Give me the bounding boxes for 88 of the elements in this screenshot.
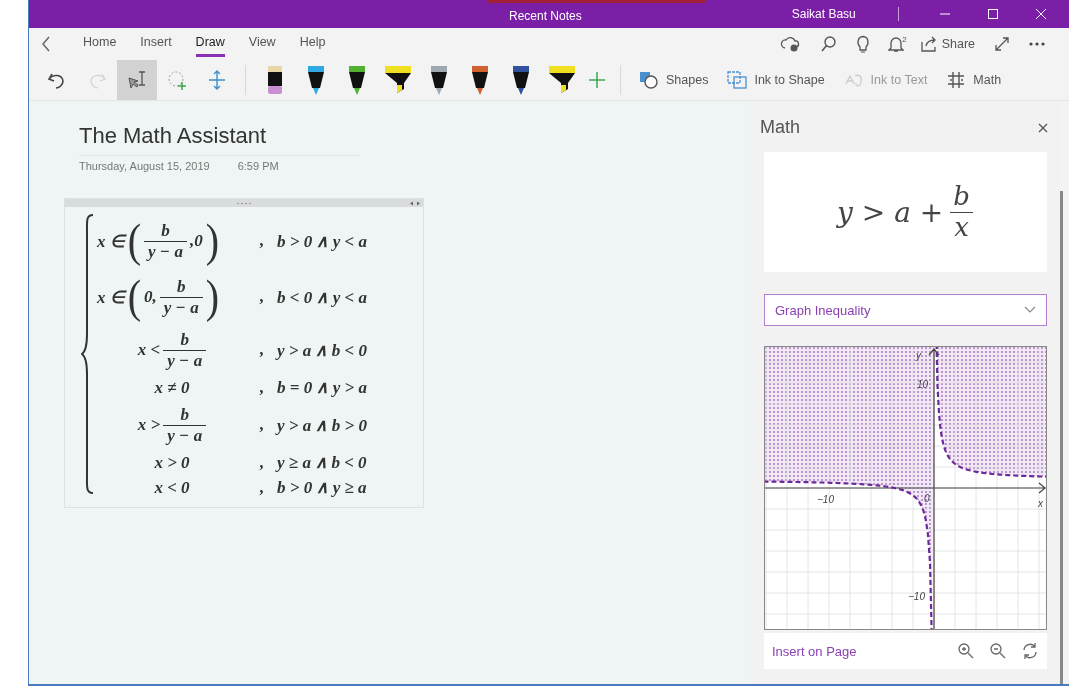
numerator: b <box>179 329 190 350</box>
comma: , <box>258 452 266 473</box>
ribbon-tab[interactable]: Draw <box>195 31 225 57</box>
math-term: ,0 <box>189 231 203 251</box>
condition: y > a ∧ b > 0 <box>277 414 367 436</box>
insert-space-icon[interactable] <box>207 69 227 91</box>
numerator: b <box>952 181 971 212</box>
tick-label: 0 <box>924 493 930 504</box>
math-term: x < 0 <box>154 477 190 498</box>
ribbon-tab[interactable]: Help <box>299 31 326 57</box>
share-icon[interactable] <box>920 36 939 52</box>
search-icon[interactable] <box>820 35 839 53</box>
condition: b > 0 ∧ y ≥ a <box>277 477 367 498</box>
pen-icon[interactable] <box>510 64 531 96</box>
math-term: y > a + <box>837 195 944 229</box>
denominator: y − a <box>144 240 187 262</box>
shapes-button[interactable]: Shapes <box>629 64 718 96</box>
parenthesis: ) <box>205 218 219 264</box>
graph-drawing[interactable] <box>764 346 1047 630</box>
ink-to-shape-button[interactable]: Ink to Shape <box>717 64 834 96</box>
shapes-icon[interactable] <box>638 70 660 90</box>
numerator: b <box>160 220 171 241</box>
pen-icon[interactable] <box>469 64 490 96</box>
comma: , <box>258 377 266 398</box>
ink-to-shape-icon[interactable] <box>726 70 749 90</box>
window-title: Recent Notes <box>509 7 582 23</box>
tick-label: 10 <box>917 379 929 390</box>
condition: b > 0 ∧ y < a <box>277 230 367 252</box>
container-handle[interactable] <box>65 199 423 207</box>
math-term: x ∈ <box>97 230 125 252</box>
condition: b = 0 ∧ y > a <box>277 377 367 398</box>
comma: , <box>258 477 266 498</box>
condition: b < 0 ∧ y < a <box>277 286 367 308</box>
chevron-down-icon[interactable] <box>1024 306 1036 314</box>
math-term: x ≠ 0 <box>154 377 190 398</box>
axis-label: x <box>1038 498 1043 509</box>
page-title[interactable]: The Math Assistant <box>79 123 359 156</box>
parenthesis: ( <box>127 218 142 264</box>
math-term: x ∈ <box>97 286 125 308</box>
denominator: y − a <box>163 349 207 371</box>
math-term: x < <box>137 340 161 360</box>
expand-icon[interactable] <box>994 36 1010 52</box>
close-icon[interactable] <box>1038 122 1048 133</box>
comma: , <box>258 340 266 360</box>
comma: , <box>258 415 266 435</box>
denominator: y − a <box>163 424 207 446</box>
condition: y ≥ a ∧ b < 0 <box>277 452 367 473</box>
math-term: x > 0 <box>154 452 190 473</box>
page-time: 6:59 PM <box>237 160 279 172</box>
pen-icon[interactable] <box>305 64 326 96</box>
comma: , <box>258 287 266 307</box>
comma: , <box>258 231 266 251</box>
math-button[interactable]: Math <box>936 64 1011 96</box>
pen-icon[interactable] <box>346 64 367 96</box>
parenthesis: ( <box>127 274 142 320</box>
tick-label: −10 <box>908 591 925 602</box>
pen-icon[interactable] <box>428 64 449 96</box>
insert-on-page-link[interactable]: Insert on Page <box>772 643 857 659</box>
numerator: b <box>179 404 190 425</box>
parenthesis: ) <box>205 274 219 320</box>
math-term: x > <box>137 415 161 435</box>
zoom-out-icon[interactable] <box>989 642 1007 660</box>
numerator: b <box>176 276 187 297</box>
notification-count: 2 <box>902 35 907 44</box>
ribbon-tab[interactable]: Home <box>83 31 117 57</box>
ribbon-tab[interactable]: View <box>248 31 276 57</box>
undo-icon[interactable] <box>47 71 67 89</box>
action-dropdown[interactable]: Graph Inequality <box>764 294 1047 326</box>
user-name: Saikat Basu <box>791 7 856 21</box>
axis-label: y <box>916 350 921 361</box>
lasso-type-button[interactable] <box>117 60 157 100</box>
math-term: 0, <box>144 287 157 307</box>
back-icon[interactable] <box>41 36 51 52</box>
denominator: y − a <box>159 296 203 318</box>
pane-title: Math <box>760 117 801 138</box>
share-button[interactable]: Share <box>920 36 975 52</box>
bell-icon[interactable] <box>888 35 905 53</box>
condition: y > a ∧ b < 0 <box>277 339 367 361</box>
denominator: x <box>950 211 973 243</box>
more-icon[interactable] <box>1028 41 1046 47</box>
page-date: Thursday, August 15, 2019 <box>79 160 210 172</box>
ribbon-tab[interactable]: Insert <box>140 31 172 57</box>
maximize-icon[interactable] <box>986 8 999 20</box>
tick-label: −10 <box>817 494 834 505</box>
refresh-icon[interactable] <box>1021 642 1039 660</box>
lightbulb-icon[interactable] <box>856 35 871 53</box>
cursor-text-icon[interactable] <box>126 69 148 91</box>
zoom-in-icon[interactable] <box>957 642 975 660</box>
